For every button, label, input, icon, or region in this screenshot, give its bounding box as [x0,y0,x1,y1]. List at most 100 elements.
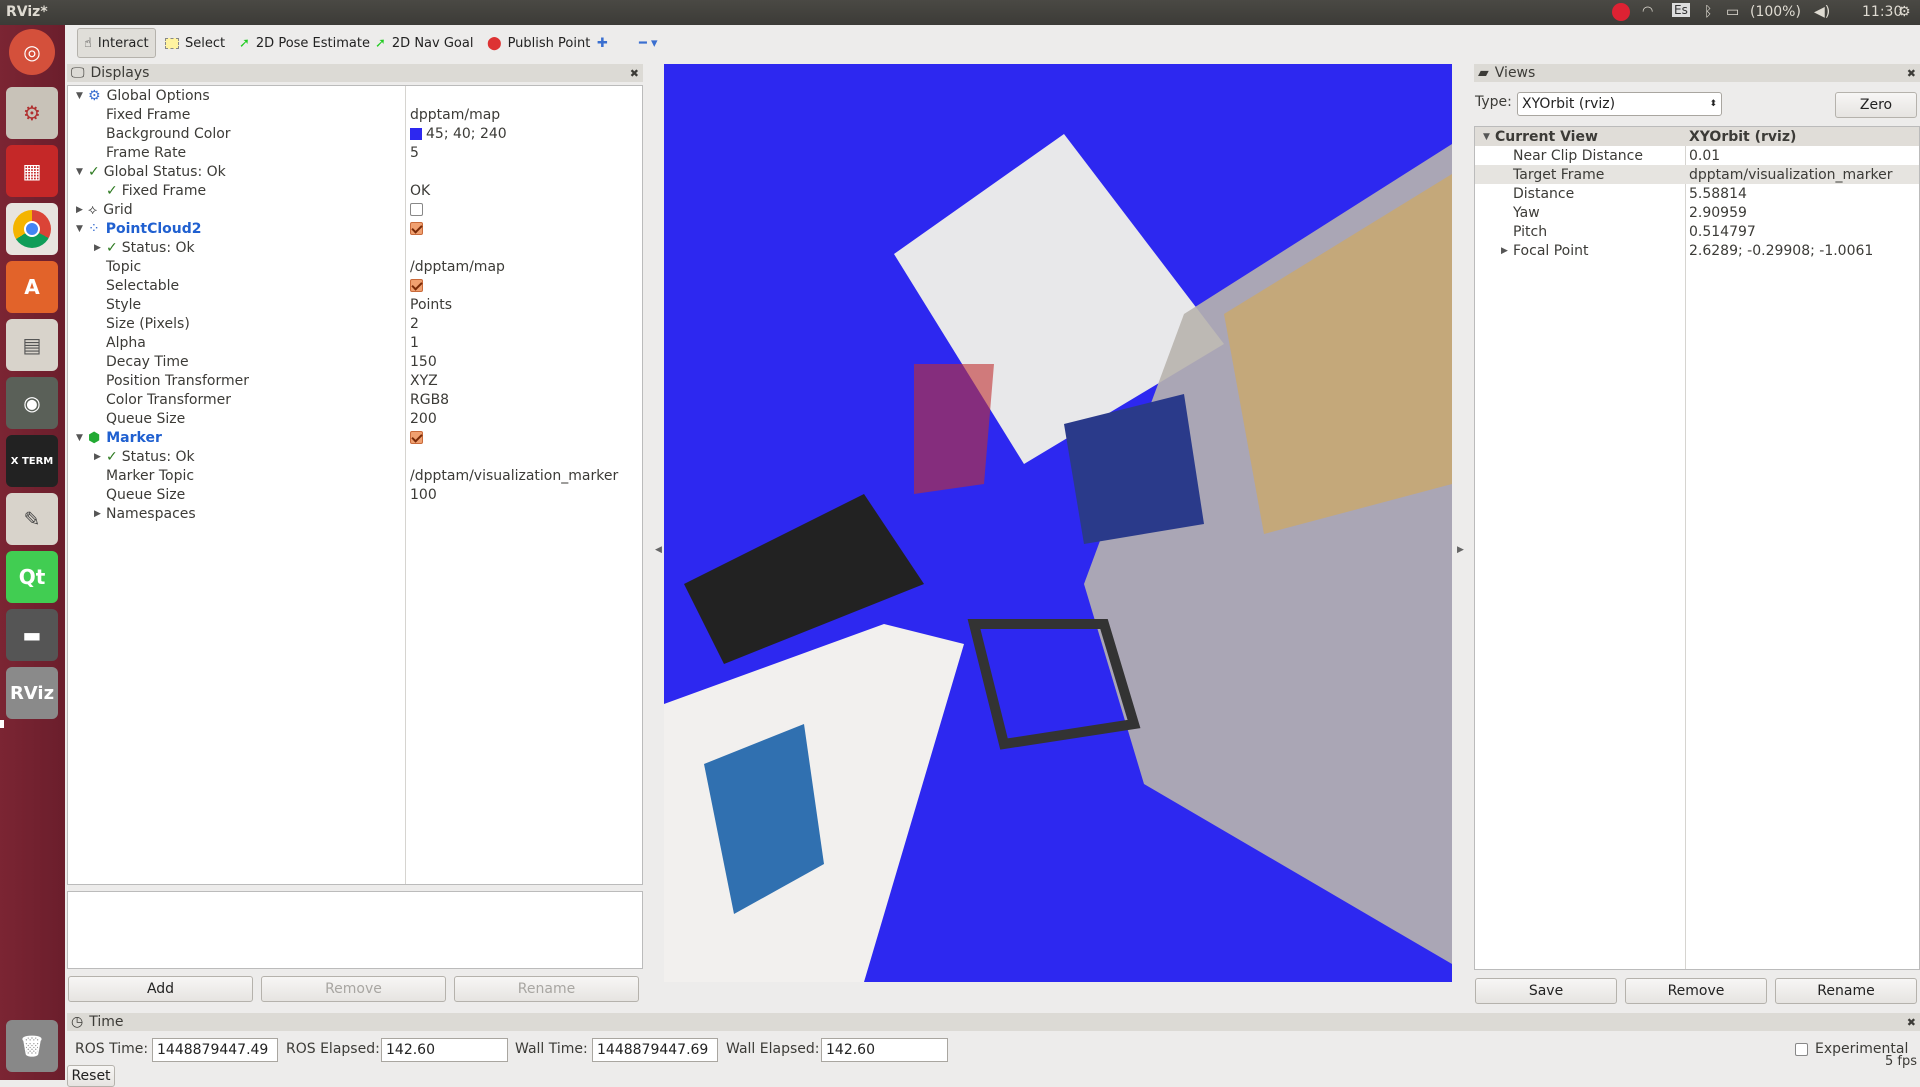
experimental-checkbox[interactable] [1795,1043,1808,1056]
wifi-icon[interactable]: ◠ [1642,4,1653,19]
display-row-value[interactable]: 1 [410,333,419,352]
display-row[interactable]: Frame Rate [94,143,186,162]
display-row[interactable]: Alpha [94,333,146,352]
view-property-row[interactable]: Target Frame [1501,165,1604,184]
display-row-value[interactable]: RGB8 [410,390,449,409]
display-row-value[interactable]: 45; 40; 240 [410,124,507,143]
close-icon[interactable]: ✖ [1907,1016,1916,1029]
display-row-value[interactable]: 5 [410,143,419,162]
display-row[interactable]: Fixed Frame [94,105,190,124]
display-row-value[interactable]: /dpptam/map [410,257,505,276]
keyboard-layout[interactable]: Es [1672,3,1690,17]
bluetooth-icon[interactable]: ᛒ [1704,4,1712,20]
expand-down-icon[interactable]: ▼ [76,433,88,443]
battery-icon[interactable]: ▭ [1726,4,1739,20]
display-row[interactable]: Position Transformer [94,371,249,390]
display-row[interactable]: Decay Time [94,352,189,371]
rename-display-button[interactable]: Rename [454,976,639,1002]
display-row[interactable]: Queue Size [94,485,185,504]
expand-right-icon[interactable]: ▶ [94,509,106,519]
display-row-value[interactable]: XYZ [410,371,438,390]
add-tool-plus-icon[interactable]: ✚ [591,28,614,58]
text-editor-icon[interactable]: ✎ [6,493,58,545]
display-row[interactable]: ▶ ✓ Status: Ok [94,447,195,466]
remove-display-button[interactable]: Remove [261,976,446,1002]
color-swatch[interactable] [410,127,422,140]
display-row[interactable]: ▼ ⚙ Global Options [76,86,210,105]
display-row-value[interactable] [410,428,423,447]
view-property-row[interactable]: Pitch [1501,222,1547,241]
display-row[interactable]: Queue Size [94,409,185,428]
save-view-button[interactable]: Save [1475,978,1617,1004]
display-row[interactable]: ▶ ⟡ Grid [76,200,133,219]
app-red-icon[interactable]: ▦ [6,145,58,197]
ubuntu-dash-icon[interactable]: ◎ [9,29,55,75]
display-row-value[interactable]: 150 [410,352,437,371]
terminal-icon[interactable]: ▬ [6,609,58,661]
display-row[interactable]: Background Color [94,124,231,143]
collapse-right-icon[interactable]: ▶ [1457,545,1464,555]
display-row[interactable]: Marker Topic [94,466,194,485]
display-row[interactable]: ▶ ✓ Status: Ok [94,238,195,257]
volume-icon[interactable]: ◀) [1814,4,1830,20]
display-row-value[interactable]: OK [410,181,430,200]
expand-right-icon[interactable]: ▶ [94,452,106,462]
view-property-value[interactable]: 2.90959 [1689,203,1747,222]
display-row-value[interactable]: /dpptam/visualization_marker [410,466,618,485]
current-view-row[interactable]: ▼ Current View [1483,127,1598,146]
trash-icon[interactable]: 🗑 [6,1020,58,1072]
add-display-button[interactable]: Add [68,976,253,1002]
enabled-checkbox[interactable] [410,222,423,235]
pose-estimate-button[interactable]: ➚ 2D Pose Estimate [233,28,376,58]
remove-tool-minus-icon[interactable]: ━ ▾ [633,28,663,58]
view-property-row[interactable]: Distance [1501,184,1574,203]
render-viewport[interactable] [664,64,1452,982]
ros-time-field[interactable]: 1448879447.49 [152,1038,278,1062]
display-row[interactable]: Size (Pixels) [94,314,190,333]
display-row[interactable]: ✓ Fixed Frame [94,181,206,200]
display-row-value[interactable]: 2 [410,314,419,333]
clock[interactable]: 11:30 [1862,4,1902,20]
view-property-value[interactable]: dpptam/visualization_marker [1689,165,1892,184]
publish-point-button[interactable]: ⬤ Publish Point [481,28,596,58]
display-row[interactable]: Style [94,295,141,314]
wall-time-field[interactable]: 1448879447.69 [592,1038,718,1062]
close-icon[interactable]: ✖ [1907,67,1916,80]
interact-tool-button[interactable]: ☝ Interact [77,28,156,58]
wall-elapsed-field[interactable]: 142.60 [821,1038,948,1062]
view-property-value[interactable]: 0.01 [1689,146,1720,165]
expand-down-icon[interactable]: ▼ [76,91,88,101]
system-gear-icon[interactable]: ⚙ [1898,4,1911,20]
view-property-value[interactable]: 2.6289; -0.29908; -1.0061 [1689,241,1873,260]
display-row[interactable]: ▼ ✓ Global Status: Ok [76,162,226,181]
select-tool-button[interactable]: Select [159,28,231,58]
expand-right-icon[interactable]: ▶ [1501,246,1513,256]
xterm-icon[interactable]: X TERM [6,435,58,487]
display-row-value[interactable]: 200 [410,409,437,428]
display-row-value[interactable] [410,219,423,238]
expand-down-icon[interactable]: ▼ [76,167,88,177]
display-row[interactable]: Topic [94,257,141,276]
enabled-checkbox[interactable] [410,203,423,216]
remove-view-button[interactable]: Remove [1625,978,1767,1004]
collapse-left-icon[interactable]: ◀ [655,545,662,555]
enabled-checkbox[interactable] [410,279,423,292]
rviz-icon[interactable]: RViz [6,667,58,719]
display-row[interactable]: Selectable [94,276,179,295]
eye-of-gnome-icon[interactable]: ◉ [6,377,58,429]
reset-button[interactable]: Reset [67,1065,115,1087]
view-type-select[interactable]: XYOrbit (rviz) ⬍ [1517,92,1722,116]
display-row[interactable]: ▼ ⁘ PointCloud2 [76,219,202,238]
software-center-icon[interactable]: A [6,261,58,313]
display-row-value[interactable] [410,276,423,295]
expand-down-icon[interactable]: ▼ [76,224,88,234]
view-property-value[interactable]: 5.58814 [1689,184,1747,203]
notification-icon[interactable] [1612,3,1630,21]
display-row-value[interactable]: 100 [410,485,437,504]
close-icon[interactable]: ✖ [630,67,639,80]
display-row-value[interactable] [410,200,423,219]
rename-view-button[interactable]: Rename [1775,978,1917,1004]
view-property-row[interactable]: Yaw [1501,203,1540,222]
view-property-value[interactable]: 0.514797 [1689,222,1756,241]
expand-right-icon[interactable]: ▶ [76,205,88,215]
